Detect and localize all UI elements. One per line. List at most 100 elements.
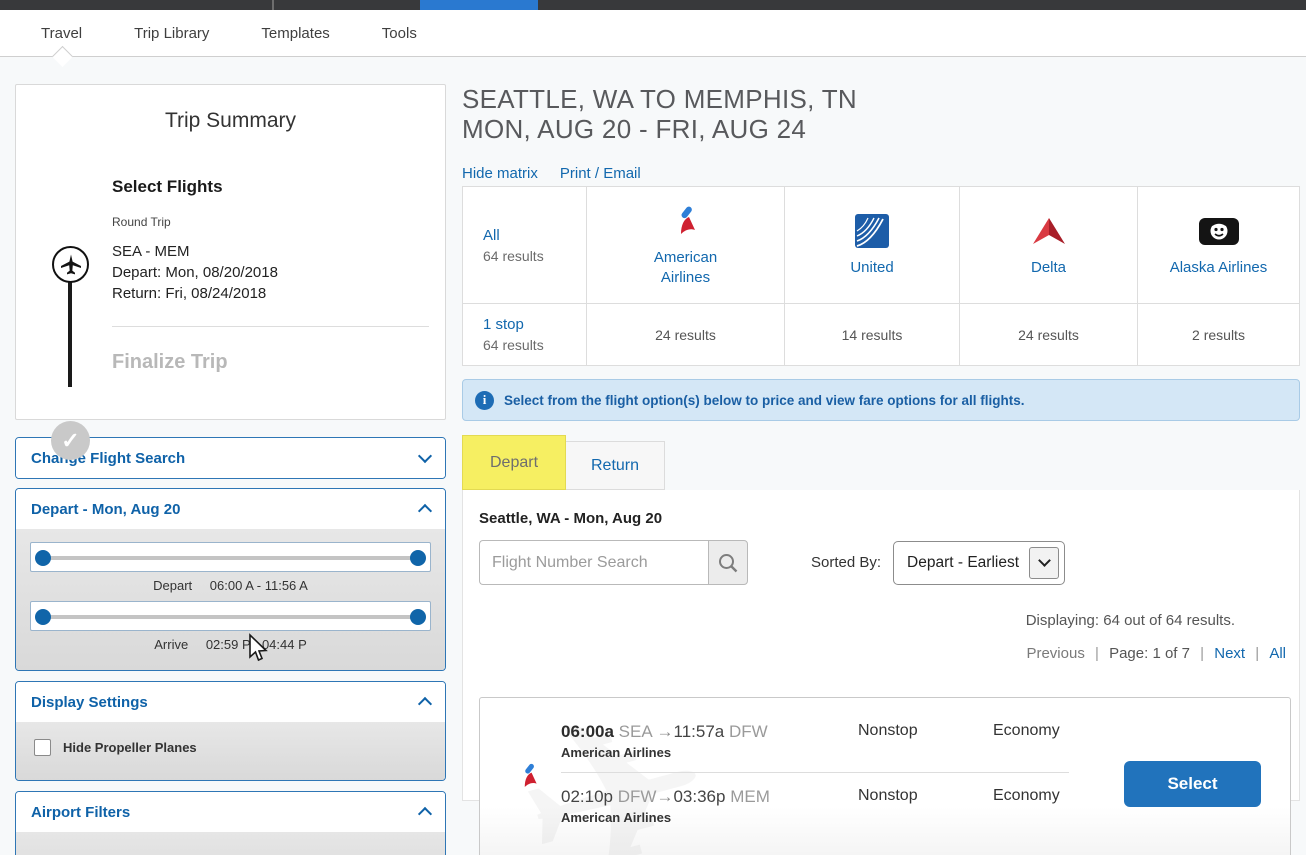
sort-group: Sorted By: Depart - Earliest	[811, 541, 1065, 585]
info-icon	[475, 391, 494, 410]
depart-time-slider[interactable]	[30, 542, 431, 572]
pagination-previous: Previous	[1026, 645, 1084, 662]
nav-item-tools[interactable]: Tools	[382, 25, 417, 42]
arrive-slider-label-text: Arrive	[154, 637, 188, 652]
arrive-time-slider[interactable]	[30, 601, 431, 631]
depart-slider-range: 06:00 A - 11:56 A	[210, 578, 308, 593]
delta-results-count: 24 results	[1018, 327, 1079, 343]
matrix-1stop-link[interactable]: 1 stop	[483, 316, 524, 333]
results-heading: Seattle, WA - Mon, Aug 20	[479, 510, 1287, 527]
depart-slider-track	[43, 556, 418, 560]
matrix-united-results-cell[interactable]: 14 results	[785, 304, 960, 365]
pagination-page-label: Page: 1 of 7	[1109, 645, 1190, 662]
pagination: Previous | Page: 1 of 7 | Next | All	[1020, 645, 1286, 662]
matrix-delta-link[interactable]: Delta	[994, 258, 1104, 278]
trip-depart-date: Depart: Mon, 08/20/2018	[112, 262, 429, 283]
matrix-all-link[interactable]: All	[483, 227, 500, 244]
select-flight-button[interactable]: Select	[1124, 761, 1261, 807]
chevron-up-icon	[418, 697, 432, 711]
depart-slider-min-handle[interactable]	[35, 550, 51, 566]
flight-search-group	[479, 540, 748, 585]
matrix-delta-results-cell[interactable]: 24 results	[960, 304, 1138, 365]
depart-slider-label: Depart 06:00 A - 11:56 A	[30, 578, 431, 593]
header-links: Hide matrix Print / Email	[462, 165, 1300, 182]
segment2-arr-code: MEM	[730, 787, 770, 806]
top-bar-blue-segment	[420, 0, 538, 10]
airplane-icon	[59, 253, 83, 277]
pagination-all[interactable]: All	[1269, 645, 1286, 662]
display-settings-body: Hide Propeller Planes	[16, 722, 445, 780]
depart-filter-header[interactable]: Depart - Mon, Aug 20	[16, 489, 445, 529]
search-row: Sorted By: Depart - Earliest	[479, 540, 1287, 585]
matrix-alaska-results-cell[interactable]: 2 results	[1138, 304, 1299, 365]
airport-filters-title: Airport Filters	[31, 804, 130, 821]
display-settings-panel: Display Settings Hide Propeller Planes	[15, 681, 446, 781]
matrix-american-results-cell[interactable]: 24 results	[587, 304, 785, 365]
trip-type-label: Round Trip	[112, 215, 429, 229]
segment2-arr-time: 03:36p	[673, 787, 725, 806]
depart-slider-max-handle[interactable]	[410, 550, 426, 566]
step-select-flights: Select Flights	[112, 177, 429, 197]
matrix-1stop-count: 64 results	[483, 337, 544, 353]
chevron-down-icon	[418, 449, 432, 463]
display-settings-title: Display Settings	[31, 694, 148, 711]
info-banner: Select from the flight option(s) below t…	[462, 379, 1300, 421]
trip-summary-divider	[112, 326, 429, 327]
page-title-line1: SEATTLE, WA TO MEMPHIS, TN	[462, 84, 1300, 114]
tab-depart[interactable]: Depart	[462, 435, 566, 490]
pagination-next[interactable]: Next	[1214, 645, 1245, 662]
segment1-arr-time: 11:57a	[674, 722, 725, 741]
hide-propeller-checkbox[interactable]	[34, 739, 51, 756]
segment2-airline: American Airlines	[561, 810, 858, 825]
nav-item-templates[interactable]: Templates	[261, 25, 329, 42]
sort-select[interactable]: Depart - Earliest	[893, 541, 1065, 585]
matrix-american-cell[interactable]: American Airlines	[587, 187, 785, 303]
plane-step-icon	[52, 246, 89, 283]
segment1-times: 06:00a SEA →11:57a DFW American Airlines	[561, 722, 858, 760]
matrix-alaska-link[interactable]: Alaska Airlines	[1164, 258, 1274, 278]
segment1-dep-time: 06:00a	[561, 722, 614, 741]
nav-item-trip-library[interactable]: Trip Library	[134, 25, 209, 42]
search-button[interactable]	[708, 540, 748, 585]
print-email-link[interactable]: Print / Email	[560, 165, 641, 182]
trip-summary-title: Trip Summary	[16, 109, 445, 133]
arrive-slider-label: Arrive 02:59 P - 04:44 P	[30, 637, 431, 652]
chevron-down-icon	[1038, 554, 1051, 567]
matrix-united-cell[interactable]: United	[785, 187, 960, 303]
segment2-stops: Nonstop	[858, 787, 993, 805]
nav-item-travel[interactable]: Travel	[41, 25, 82, 42]
matrix-1stop-cell[interactable]: 1 stop 64 results	[463, 304, 587, 365]
united-results-count: 14 results	[842, 327, 903, 343]
mouse-cursor-icon	[246, 633, 268, 663]
airport-filters-body: Departure	[16, 832, 445, 855]
matrix-united-link[interactable]: United	[817, 258, 927, 278]
top-bar	[0, 0, 1306, 10]
matrix-american-link[interactable]: American Airlines	[631, 248, 741, 288]
segment2-dep-code: DFW	[618, 787, 657, 806]
alaska-airlines-logo-icon	[1199, 212, 1239, 250]
hide-matrix-link[interactable]: Hide matrix	[462, 165, 538, 182]
page-title-line2: MON, AUG 20 - FRI, AUG 24	[462, 114, 1300, 144]
arrive-slider-min-handle[interactable]	[35, 609, 51, 625]
airline-matrix: All 64 results American Airlines	[462, 186, 1300, 366]
results-panel: Seattle, WA - Mon, Aug 20 Sorted By: Dep…	[462, 490, 1300, 801]
matrix-delta-cell[interactable]: Delta	[960, 187, 1138, 303]
tab-return[interactable]: Return	[566, 441, 665, 490]
united-logo-icon	[855, 212, 889, 250]
display-settings-header[interactable]: Display Settings	[16, 682, 445, 722]
flight-number-search-input[interactable]	[479, 540, 708, 585]
matrix-alaska-cell[interactable]: Alaska Airlines	[1138, 187, 1299, 303]
search-icon	[717, 552, 739, 574]
info-banner-text: Select from the flight option(s) below t…	[504, 393, 1025, 408]
segment1-cabin: Economy	[993, 722, 1153, 740]
matrix-all-count: 64 results	[483, 248, 544, 264]
matrix-all-cell[interactable]: All 64 results	[463, 187, 587, 303]
american-airlines-logo-icon	[518, 762, 540, 795]
check-step-icon	[51, 421, 90, 460]
delta-logo-icon	[1031, 212, 1067, 250]
airport-filters-header[interactable]: Airport Filters	[16, 792, 445, 832]
depart-slider-label-text: Depart	[153, 578, 192, 593]
arrive-slider-max-handle[interactable]	[410, 609, 426, 625]
segment1-airline: American Airlines	[561, 745, 858, 760]
flight-option-card: ✈ 06:00a SEA →11:57a DFW American Airlin…	[479, 697, 1291, 855]
